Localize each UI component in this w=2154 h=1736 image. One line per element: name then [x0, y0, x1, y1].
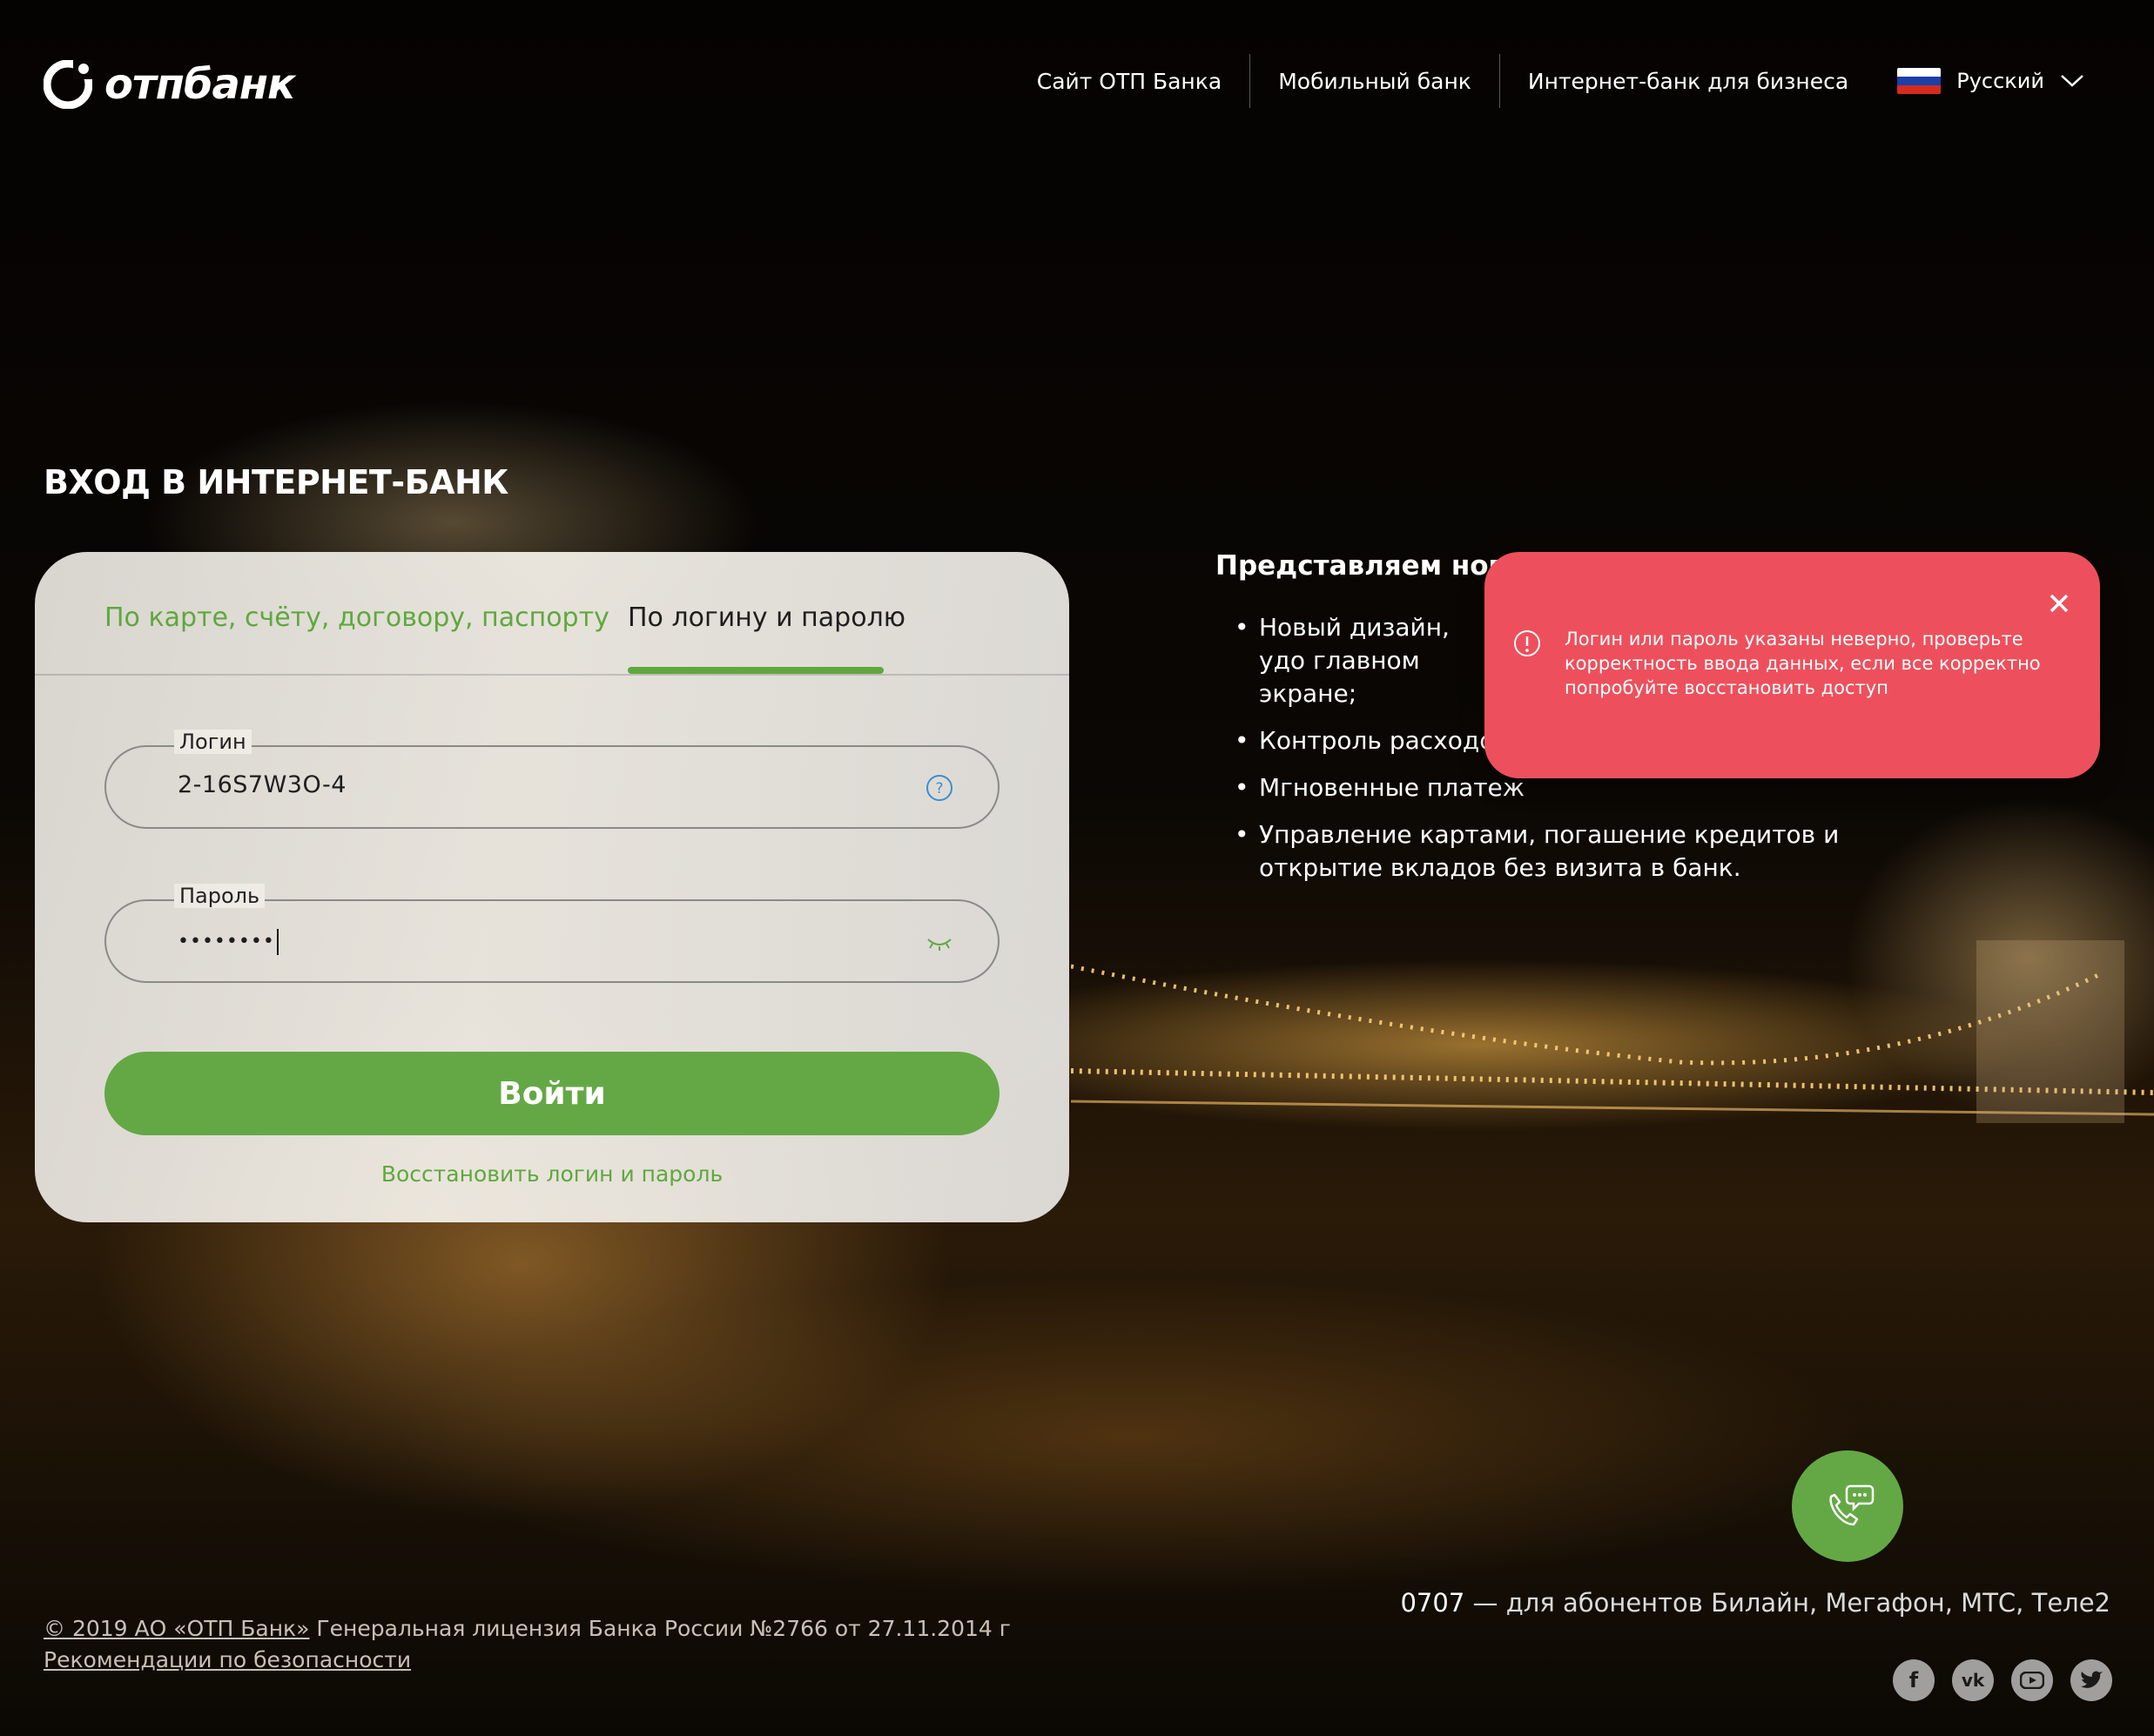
hotline-info: 0707 — для абонентов Билайн, Мегафон, МТ… — [1400, 1588, 2110, 1618]
nav-link-otp-site[interactable]: Сайт ОТП Банка — [1009, 54, 1251, 108]
phone-chat-icon — [1829, 1484, 1875, 1526]
login-card: По карте, счёту, договору, паспорту По л… — [35, 552, 1069, 1222]
error-message: Логин или пароль указаны неверно, провер… — [1565, 629, 2041, 698]
chevron-down-icon — [2061, 75, 2083, 87]
tab-card-account[interactable]: По карте, счёту, договору, паспорту — [104, 602, 609, 633]
login-input[interactable]: 2-16S7W3O-4 — [178, 771, 347, 798]
footer-legal: © 2019 АО «ОТП Банк» Генеральная лицензи… — [44, 1613, 1011, 1676]
hotline-number[interactable]: 0707 — [1400, 1588, 1464, 1618]
close-icon[interactable] — [2048, 592, 2070, 615]
twitter-icon[interactable] — [2070, 1659, 2112, 1701]
security-recommendations-link[interactable]: Рекомендации по безопасности — [44, 1647, 411, 1672]
svg-text:?: ? — [935, 780, 943, 797]
facebook-icon[interactable]: f — [1893, 1659, 1935, 1701]
language-label: Русский — [1956, 69, 2044, 93]
nav-link-mobile-bank[interactable]: Мобильный банк — [1250, 54, 1500, 108]
warning-icon — [1514, 630, 1540, 656]
login-label: Логин — [174, 730, 252, 754]
social-links: f vk — [1893, 1659, 2112, 1701]
password-mask: •••••••• — [178, 931, 275, 952]
hotline-text: — для абонентов Билайн, Мегафон, МТС, Те… — [1464, 1588, 2111, 1618]
login-field[interactable]: Логин 2-16S7W3O-4 ? — [104, 730, 1000, 829]
license-text: Генеральная лицензия Банка России №2766 … — [309, 1616, 1011, 1641]
restore-credentials-link[interactable]: Восстановить логин и пароль — [35, 1161, 1069, 1187]
active-tab-indicator — [628, 667, 884, 674]
login-tabs: По карте, счёту, договору, паспорту По л… — [35, 552, 1069, 676]
logo-text: отпбанк — [104, 60, 296, 109]
promo-item: Новый дизайн, удо главном экране; — [1215, 611, 1468, 710]
youtube-icon[interactable] — [2011, 1659, 2053, 1701]
language-selector[interactable]: Русский — [1876, 68, 2154, 94]
copyright-link[interactable]: © 2019 АО «ОТП Банк» — [44, 1616, 309, 1641]
error-toast: Логин или пароль указаны неверно, провер… — [1484, 552, 2100, 778]
eye-closed-icon[interactable] — [925, 927, 954, 957]
nav-link-business-bank[interactable]: Интернет-банк для бизнеса — [1500, 54, 1876, 108]
password-field[interactable]: Пароль •••••••• — [104, 884, 1000, 983]
password-label: Пароль — [174, 884, 266, 908]
text-caret — [276, 929, 279, 955]
top-navigation: Сайт ОТП Банка Мобильный банк Интернет-б… — [1009, 54, 2154, 108]
login-submit-button[interactable]: Войти — [104, 1052, 1000, 1135]
call-chat-button[interactable] — [1792, 1450, 1903, 1562]
otp-bank-logo[interactable]: отпбанк — [44, 54, 296, 115]
password-input[interactable]: •••••••• — [178, 929, 279, 955]
help-icon[interactable]: ? — [925, 773, 954, 803]
tab-login-password[interactable]: По логину и паролю — [628, 602, 905, 633]
russia-flag-icon — [1897, 68, 1942, 94]
otp-logo-icon — [44, 60, 92, 109]
vk-icon[interactable]: vk — [1952, 1659, 1994, 1701]
promo-item: Управление картами, погашение кредитов и… — [1215, 818, 1929, 885]
page-title: ВХОД В ИНТЕРНЕТ-БАНК — [44, 463, 508, 501]
background-bridge-illustration — [1071, 940, 2154, 1123]
